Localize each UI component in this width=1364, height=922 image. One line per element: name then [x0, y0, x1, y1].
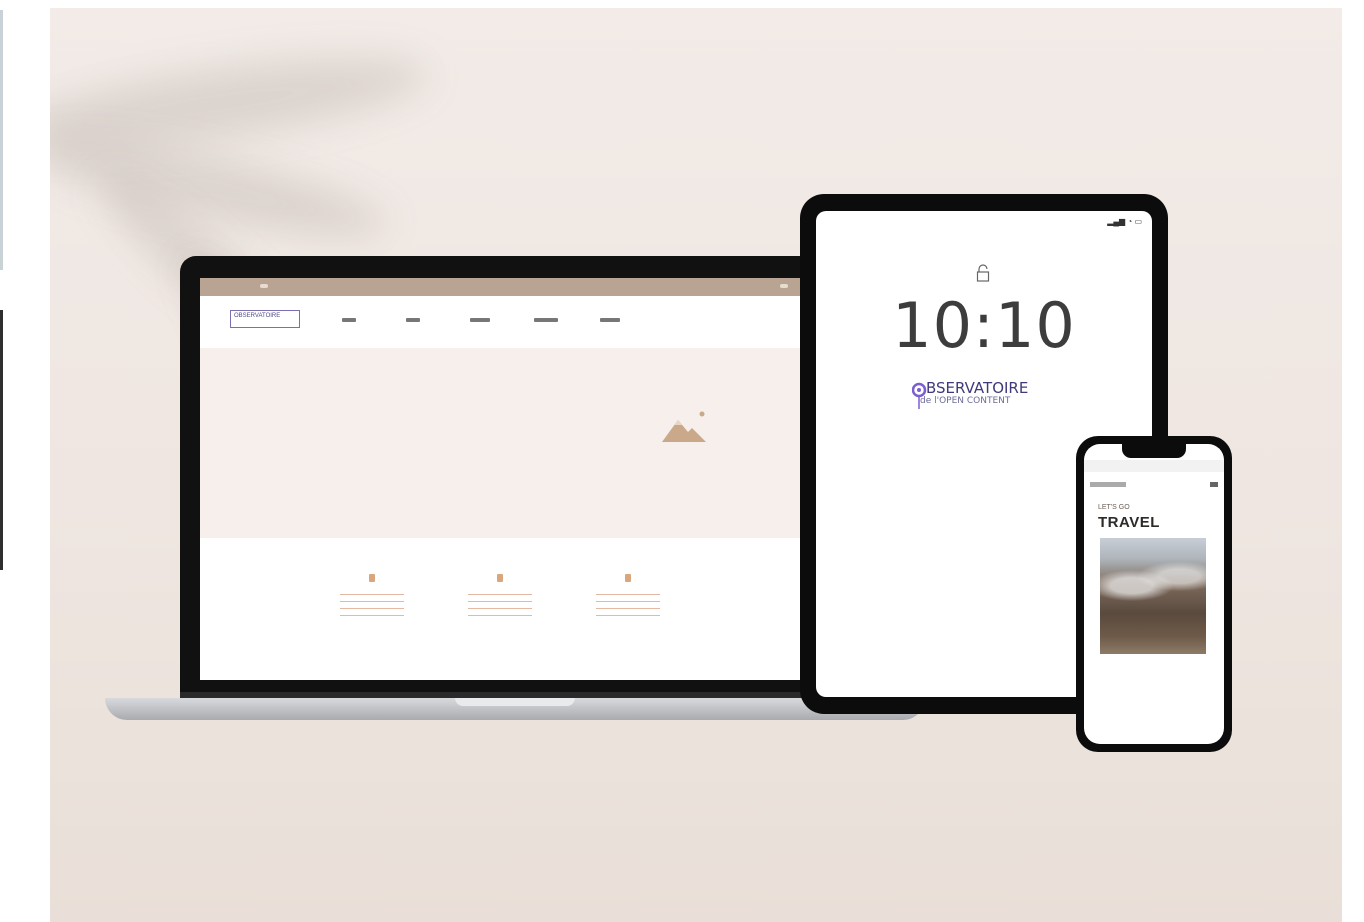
lock-screen-time: 10:10 [892, 289, 1076, 362]
phone-site-logo[interactable] [1090, 482, 1126, 487]
nav-item[interactable] [342, 318, 356, 322]
feature-icon [497, 574, 503, 582]
feature-icon [625, 574, 631, 582]
feature-icon [369, 574, 375, 582]
feature-card [468, 574, 532, 622]
mountain-photo-snow [1100, 558, 1206, 604]
phone-site-nav [1090, 482, 1218, 488]
laptop-notch [455, 698, 575, 706]
topbar-mark [780, 284, 788, 288]
nav-item[interactable] [534, 318, 558, 322]
menu-icon[interactable] [1210, 482, 1218, 487]
laptop-site-nav: OBSERVATOIRE [200, 296, 840, 348]
feature-card [596, 574, 660, 622]
device-mockup-scene: OBSERVATOIRE ▂▄▆ ◔ ▭ 10:10 BSERVATOIRE d… [50, 8, 1342, 922]
lock-icon [976, 264, 990, 282]
laptop-screen: OBSERVATOIRE [200, 278, 840, 680]
mountain-icon [662, 411, 706, 442]
topbar-mark [260, 284, 268, 288]
phone-headline: TRAVEL [1098, 514, 1160, 531]
site-logo[interactable]: OBSERVATOIRE [230, 310, 300, 328]
hero-section [200, 348, 840, 538]
brand-subtitle: de l'OPEN CONTENT [920, 396, 1011, 406]
features-section [200, 538, 840, 680]
phone-kicker: LET'S GO [1098, 504, 1130, 511]
nav-item[interactable] [600, 318, 620, 322]
signal-icon: ▂▄▆ ◔ ▭ [1107, 217, 1142, 226]
feature-card [340, 574, 404, 622]
phone-notch [1122, 444, 1186, 458]
left-edge-strip [0, 0, 6, 922]
nav-item[interactable] [406, 318, 420, 322]
phone-browser-bar [1084, 460, 1224, 472]
phone-screen: LET'S GO TRAVEL [1084, 444, 1224, 744]
brand-logo: BSERVATOIRE de l'OPEN CONTENT [912, 379, 1062, 409]
nav-item[interactable] [470, 318, 490, 322]
brand-name: BSERVATOIRE [926, 379, 1029, 397]
edge-mark-top [0, 10, 3, 270]
edge-mark-bottom [0, 310, 3, 570]
laptop-topbar [200, 278, 840, 296]
